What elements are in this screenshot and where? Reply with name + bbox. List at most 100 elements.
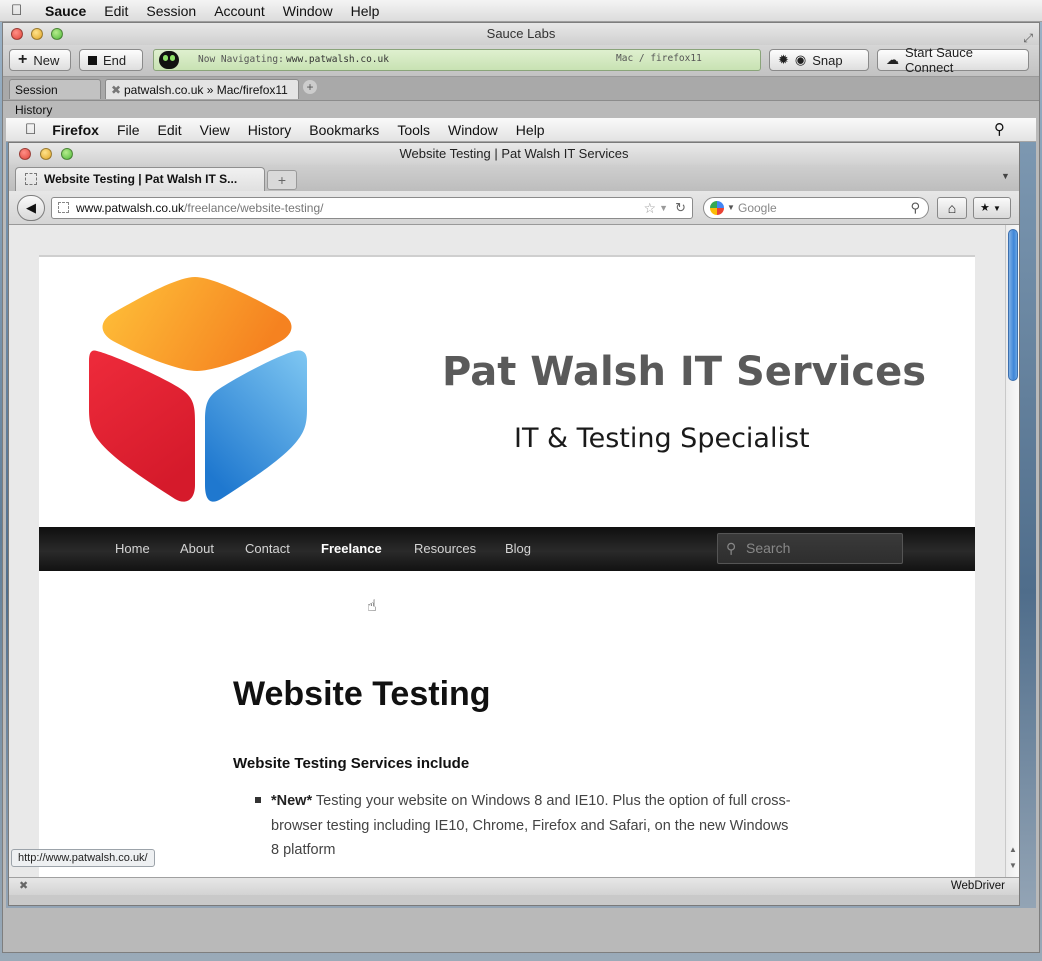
plus-icon: + bbox=[18, 51, 28, 68]
menu-edit[interactable]: Edit bbox=[158, 122, 182, 138]
nav-contact[interactable]: Contact bbox=[245, 527, 290, 571]
bookmark-star-icon: ★ bbox=[980, 202, 990, 214]
search-engine-dropdown-icon[interactable]: ▼ bbox=[727, 198, 735, 218]
menu-file[interactable]: File bbox=[117, 122, 140, 138]
bookmark-star-icon[interactable]: ☆ bbox=[643, 198, 656, 218]
nav-resources[interactable]: Resources bbox=[414, 527, 476, 571]
addon-bar: ✖ WebDriver bbox=[9, 877, 1019, 895]
nav-home[interactable]: Home bbox=[115, 527, 150, 571]
site-page: Pat Walsh IT Services IT & Testing Speci… bbox=[39, 255, 975, 877]
search-bar[interactable]: ▼ Google ⚲ bbox=[703, 197, 929, 219]
scrollbar-thumb[interactable] bbox=[1008, 229, 1018, 381]
nav-blog[interactable]: Blog bbox=[505, 527, 531, 571]
menu-history[interactable]: History bbox=[248, 122, 292, 138]
url-bar[interactable]: www.patwalsh.co.uk/freelance/website-tes… bbox=[51, 197, 693, 219]
close-window-button[interactable] bbox=[11, 28, 23, 40]
page-identity-icon[interactable] bbox=[58, 202, 69, 213]
back-button[interactable]: ◀ bbox=[17, 195, 45, 221]
firefox-tab[interactable]: Website Testing | Pat Walsh IT S... bbox=[15, 167, 265, 191]
menu-edit[interactable]: Edit bbox=[104, 3, 128, 19]
minimize-window-button[interactable] bbox=[40, 148, 52, 160]
bookmarks-menu-button[interactable]: ★ ▼ bbox=[973, 197, 1011, 219]
nav-freelance[interactable]: Freelance bbox=[321, 527, 382, 571]
list-bullet bbox=[255, 797, 261, 803]
page-title: Website Testing bbox=[233, 675, 491, 713]
site-logo[interactable] bbox=[83, 273, 313, 505]
menu-app-firefox[interactable]: Firefox bbox=[52, 122, 99, 138]
spotlight-search-icon[interactable]: ⚲ bbox=[994, 120, 1005, 138]
reload-icon[interactable]: ↻ bbox=[675, 198, 686, 218]
menu-view[interactable]: View bbox=[200, 122, 230, 138]
site-search-placeholder: Search bbox=[746, 540, 791, 556]
menu-bookmarks[interactable]: Bookmarks bbox=[309, 122, 379, 138]
zoom-window-button[interactable] bbox=[61, 148, 73, 160]
site-nav: Home About Contact Freelance Resources B… bbox=[39, 527, 975, 571]
navigating-url: www.patwalsh.co.uk bbox=[286, 54, 389, 65]
snap-label: Snap bbox=[812, 52, 843, 68]
stop-icon bbox=[88, 55, 97, 65]
firefox-tabstrip: Website Testing | Pat Walsh IT S... + ▼ bbox=[9, 165, 1019, 191]
remote-screen[interactable]:  Firefox File Edit View History Bookmar… bbox=[6, 118, 1036, 908]
menu-help[interactable]: Help bbox=[351, 3, 380, 19]
site-search-input[interactable]: ⚲ Search bbox=[717, 533, 903, 564]
url-dropdown-icon[interactable]: ▼ bbox=[659, 198, 668, 218]
new-tab-button[interactable]: + bbox=[267, 170, 297, 190]
logo-left-face bbox=[89, 350, 195, 502]
minimize-window-button[interactable] bbox=[31, 28, 43, 40]
home-button[interactable]: ⌂ bbox=[937, 197, 967, 219]
camera-icon: ◉ bbox=[794, 52, 807, 67]
tab-list-chevron-down-icon[interactable]: ▼ bbox=[1001, 171, 1010, 181]
list-item-text: Testing your website on Windows 8 and IE… bbox=[271, 793, 791, 858]
chevron-down-icon: ▼ bbox=[992, 204, 1001, 213]
snap-button[interactable]: ✹ ◉ Snap bbox=[769, 49, 869, 71]
status-link-preview: http://www.patwalsh.co.uk/ bbox=[11, 849, 155, 867]
close-tab-icon[interactable]: ✖ bbox=[111, 80, 121, 100]
sauce-logo-eye-left bbox=[163, 55, 168, 61]
close-addon-bar-icon[interactable]: ✖ bbox=[19, 878, 28, 895]
scroll-down-arrow-icon[interactable]: ▼ bbox=[1009, 861, 1017, 870]
end-session-button[interactable]: End bbox=[79, 49, 143, 71]
site-tagline: IT & Testing Specialist bbox=[514, 423, 810, 454]
firefox-os-menubar:  Firefox File Edit View History Bookmar… bbox=[6, 118, 1036, 142]
tab-current-session-label: patwalsh.co.uk » Mac/firefox11 bbox=[124, 83, 288, 97]
apple-icon[interactable]:  bbox=[11, 2, 31, 19]
sauce-logo-icon bbox=[159, 51, 179, 69]
cloud-upload-icon: ☁ bbox=[886, 52, 899, 67]
menu-window[interactable]: Window bbox=[448, 122, 498, 138]
search-icon[interactable]: ⚲ bbox=[910, 198, 920, 218]
firefox-titlebar: Website Testing | Pat Walsh IT Services bbox=[9, 143, 1019, 165]
section-heading: Website Testing Services include bbox=[233, 755, 470, 772]
firefox-navbar: ◀ www.patwalsh.co.uk/freelance/website-t… bbox=[9, 191, 1019, 225]
close-window-button[interactable] bbox=[19, 148, 31, 160]
firefox-tab-label: Website Testing | Pat Walsh IT S... bbox=[44, 172, 238, 186]
vertical-scrollbar[interactable]: ▲ ▼ bbox=[1005, 225, 1019, 877]
os-menubar:  Sauce Edit Session Account Window Help bbox=[0, 0, 1042, 22]
menu-app-sauce[interactable]: Sauce bbox=[45, 3, 86, 19]
scroll-up-arrow-icon[interactable]: ▲ bbox=[1009, 845, 1017, 854]
tab-current-session[interactable]: ✖ patwalsh.co.uk » Mac/firefox11 bbox=[105, 79, 299, 99]
sauce-window-title: Sauce Labs bbox=[486, 26, 556, 41]
navigating-label: Now Navigating: bbox=[198, 54, 284, 65]
site-title: Pat Walsh IT Services bbox=[442, 349, 927, 395]
bug-icon: ✹ bbox=[778, 52, 789, 67]
apple-icon[interactable]:  bbox=[25, 121, 36, 138]
url-domain: www.patwalsh.co.uk bbox=[76, 201, 185, 215]
menu-window[interactable]: Window bbox=[283, 3, 333, 19]
nav-about[interactable]: About bbox=[180, 527, 214, 571]
menu-session[interactable]: Session bbox=[146, 3, 196, 19]
end-session-label: End bbox=[103, 52, 127, 68]
menu-tools[interactable]: Tools bbox=[397, 122, 430, 138]
zoom-window-button[interactable] bbox=[51, 28, 63, 40]
sauce-tabbar: Session History ✖ patwalsh.co.uk » Mac/f… bbox=[3, 77, 1039, 117]
new-session-button[interactable]: + New bbox=[9, 49, 71, 71]
logo-top-face bbox=[102, 277, 292, 371]
menu-help[interactable]: Help bbox=[516, 122, 545, 138]
tab-session-history[interactable]: Session History bbox=[9, 79, 101, 117]
new-session-label: New bbox=[33, 52, 60, 68]
menu-account[interactable]: Account bbox=[214, 3, 265, 19]
platform-label: Mac / firefox11 bbox=[616, 53, 702, 64]
start-sauce-connect-button[interactable]: ☁ Start Sauce Connect bbox=[877, 45, 1029, 75]
add-tab-icon[interactable]: + bbox=[303, 80, 317, 94]
google-engine-icon[interactable] bbox=[710, 201, 724, 215]
navigating-display: Now Navigating: www.patwalsh.co.uk Mac /… bbox=[153, 49, 761, 71]
